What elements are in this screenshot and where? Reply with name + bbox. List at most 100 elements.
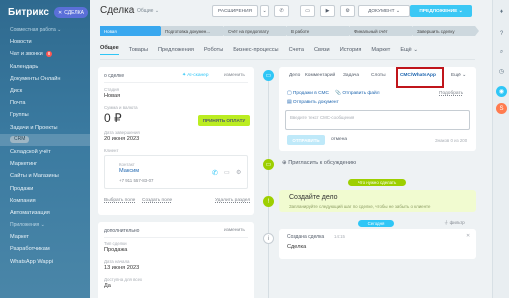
sidebar-item-news[interactable]: Новости: [0, 36, 90, 48]
send-button[interactable]: ОТПРАВИТЬ: [287, 135, 325, 145]
tab-general[interactable]: Общее: [100, 45, 119, 55]
sidebar-item-company[interactable]: Компания: [0, 195, 90, 207]
sidebar-item-label: Совместная работа ⌄: [10, 27, 62, 34]
copilot-button[interactable]: ✦ AI-сканер: [182, 73, 209, 78]
cancel-link[interactable]: отмена: [331, 137, 347, 142]
chat-icon[interactable]: ▭: [224, 169, 230, 176]
send-file-link[interactable]: 📎 Отправить файл: [335, 91, 380, 96]
tab-slots[interactable]: Слоты: [371, 73, 386, 78]
phone-icon: ✆: [279, 8, 284, 14]
clock-icon[interactable]: ◷: [496, 66, 507, 77]
create-todo-card[interactable]: Создайте дело Запланируйте следующий шаг…: [279, 190, 476, 212]
tab-more[interactable]: Ещё ⌄: [400, 47, 418, 53]
sidebar-section-apps[interactable]: Приложения ⌄: [0, 219, 90, 231]
stage-prepare-docs[interactable]: Подготовка докумен...: [161, 26, 227, 36]
pipeline-selector[interactable]: Общие ⌄: [137, 8, 159, 14]
choose-field-link[interactable]: Выбрать поле: [104, 198, 135, 203]
invite-discussion-link[interactable]: ⊕ Пригласить к обсуждению: [282, 160, 356, 166]
delete-section-link[interactable]: Удалить раздел: [215, 198, 250, 203]
tab-offers[interactable]: Предложения: [158, 47, 194, 53]
sidebar-item-crm[interactable]: CRM: [0, 133, 90, 146]
tab-links[interactable]: Связи: [314, 47, 330, 53]
search-icon[interactable]: ⌕: [496, 47, 507, 58]
sidebar-item-automation[interactable]: Автоматизация: [0, 207, 90, 219]
settings-button[interactable]: ⚙: [340, 5, 355, 17]
todo-header-label: Что нужно сделать: [357, 180, 397, 185]
sidebar-item-sites[interactable]: Сайты и Магазины: [0, 170, 90, 182]
stage-close-deal[interactable]: Завершить сделку: [413, 26, 479, 36]
tab-business-processes[interactable]: Бизнес-процессы: [233, 47, 278, 53]
contact-phone[interactable]: +7 911 557-83-07: [119, 178, 153, 183]
help-icon[interactable]: ?: [496, 28, 507, 39]
sidebar-item-label: Почта: [10, 100, 26, 107]
stage-new[interactable]: Новая: [100, 26, 164, 36]
sidebar-item-groups[interactable]: Группы: [0, 109, 90, 121]
phone-icon[interactable]: ✆: [212, 169, 218, 177]
camera-icon: ▶: [325, 8, 330, 14]
avatar[interactable]: S: [496, 103, 507, 114]
sms-sales-link[interactable]: ▢ Продажи в СМС: [287, 91, 329, 96]
tab-invoices[interactable]: Счета: [289, 47, 304, 53]
message-button[interactable]: ▭: [300, 5, 315, 17]
tab-todo[interactable]: Дело: [289, 73, 300, 78]
contact-name-link[interactable]: Максим: [119, 168, 139, 174]
tab-more[interactable]: Ещё ⌄: [451, 73, 466, 78]
edit-additional-link[interactable]: изменить: [224, 228, 245, 233]
messenger-icon[interactable]: ◉: [496, 86, 507, 97]
available-label: Доступна для всех: [104, 277, 143, 282]
sidebar-item-marketing[interactable]: Маркетинг: [0, 158, 90, 170]
sms-sales-label: Продажи в СМС: [292, 91, 329, 96]
additional-card: дополнительно изменить Тип сделки Продаж…: [98, 222, 254, 298]
stage-bar: Новая Подготовка докумен... Счёт на пред…: [100, 26, 480, 37]
tab-products[interactable]: Товары: [129, 47, 148, 53]
video-button[interactable]: ▶: [320, 5, 335, 17]
tab-robots[interactable]: Роботы: [204, 47, 223, 53]
stage-label: Новая: [104, 28, 117, 34]
tab-comment[interactable]: Комментарий: [305, 73, 335, 78]
tab-task[interactable]: Задача: [343, 73, 359, 78]
sidebar-item-disk[interactable]: Диск: [0, 85, 90, 97]
notification-badge: 8: [45, 51, 53, 58]
edit-title-icon[interactable]: ✎: [128, 8, 132, 14]
sidebar-item-inventory[interactable]: Складской учёт: [0, 146, 90, 158]
stage-in-progress[interactable]: В работе: [287, 26, 353, 36]
sms-textarea[interactable]: Введите текст СМС-сообщения: [285, 110, 470, 130]
offer-button[interactable]: ПРЕДЛОЖЕНИЕ ⌄: [410, 5, 472, 17]
extensions-dropdown[interactable]: ⌄: [260, 5, 269, 17]
document-button[interactable]: ДОКУМЕНТ ⌄: [358, 5, 410, 17]
notifications-icon[interactable]: ♦: [496, 6, 507, 17]
portal-logo: Битрикс: [8, 7, 49, 18]
call-button[interactable]: ✆: [274, 5, 289, 17]
sidebar-item-whatsapp-wappi[interactable]: WhatsApp Wappi: [0, 256, 90, 268]
client-field-label: Клиент: [104, 148, 119, 153]
stage-prepay-invoice[interactable]: Счёт на предоплату: [224, 26, 290, 36]
sidebar-item-chat[interactable]: Чат и звонки 8: [0, 48, 90, 60]
stage-final-invoice[interactable]: Финальный счёт: [350, 26, 416, 36]
sidebar-item-label: Маркетинг: [10, 161, 38, 168]
gear-icon[interactable]: ⚙: [236, 169, 241, 176]
details-link[interactable]: Подобрать: [439, 91, 463, 96]
activity-icon: ▭: [263, 70, 274, 81]
extensions-button[interactable]: РАСШИРЕНИЯ: [212, 5, 258, 17]
sidebar-item-docs-online[interactable]: Документы Онлайн: [0, 73, 90, 85]
info-icon: i: [263, 233, 274, 244]
sidebar-item-sales[interactable]: Продажи: [0, 182, 90, 194]
close-slider-button[interactable]: ✕ СДЕЛКА: [54, 7, 88, 18]
accept-payment-button[interactable]: ПРИНЯТЬ ОПЛАТУ: [198, 115, 250, 126]
tab-history[interactable]: История: [340, 47, 362, 53]
edit-about-link[interactable]: изменить: [224, 73, 245, 78]
filter-icon: ⏚: [444, 220, 449, 225]
send-document-link[interactable]: ▤ Отправить документ: [287, 100, 339, 105]
tab-market[interactable]: Маркет: [371, 47, 390, 53]
sidebar-section-collab[interactable]: Совместная работа ⌄: [0, 24, 90, 36]
tab-sms-whatsapp[interactable]: СМС/WhatsApp: [400, 73, 436, 78]
create-field-link[interactable]: Создать поле: [142, 198, 172, 203]
timeline-filter[interactable]: ⏚ фильтр: [444, 220, 465, 226]
sidebar-item-calendar[interactable]: Календарь: [0, 61, 90, 73]
sidebar-item-developers[interactable]: Разработчикам: [0, 243, 90, 255]
sidebar-item-mail[interactable]: Почта: [0, 97, 90, 109]
close-icon[interactable]: ✕: [466, 233, 470, 239]
start-date-value: 13 июня 2023: [104, 265, 140, 271]
sidebar-item-market[interactable]: Маркет: [0, 231, 90, 243]
sidebar-item-tasks[interactable]: Задачи и Проекты: [0, 122, 90, 134]
